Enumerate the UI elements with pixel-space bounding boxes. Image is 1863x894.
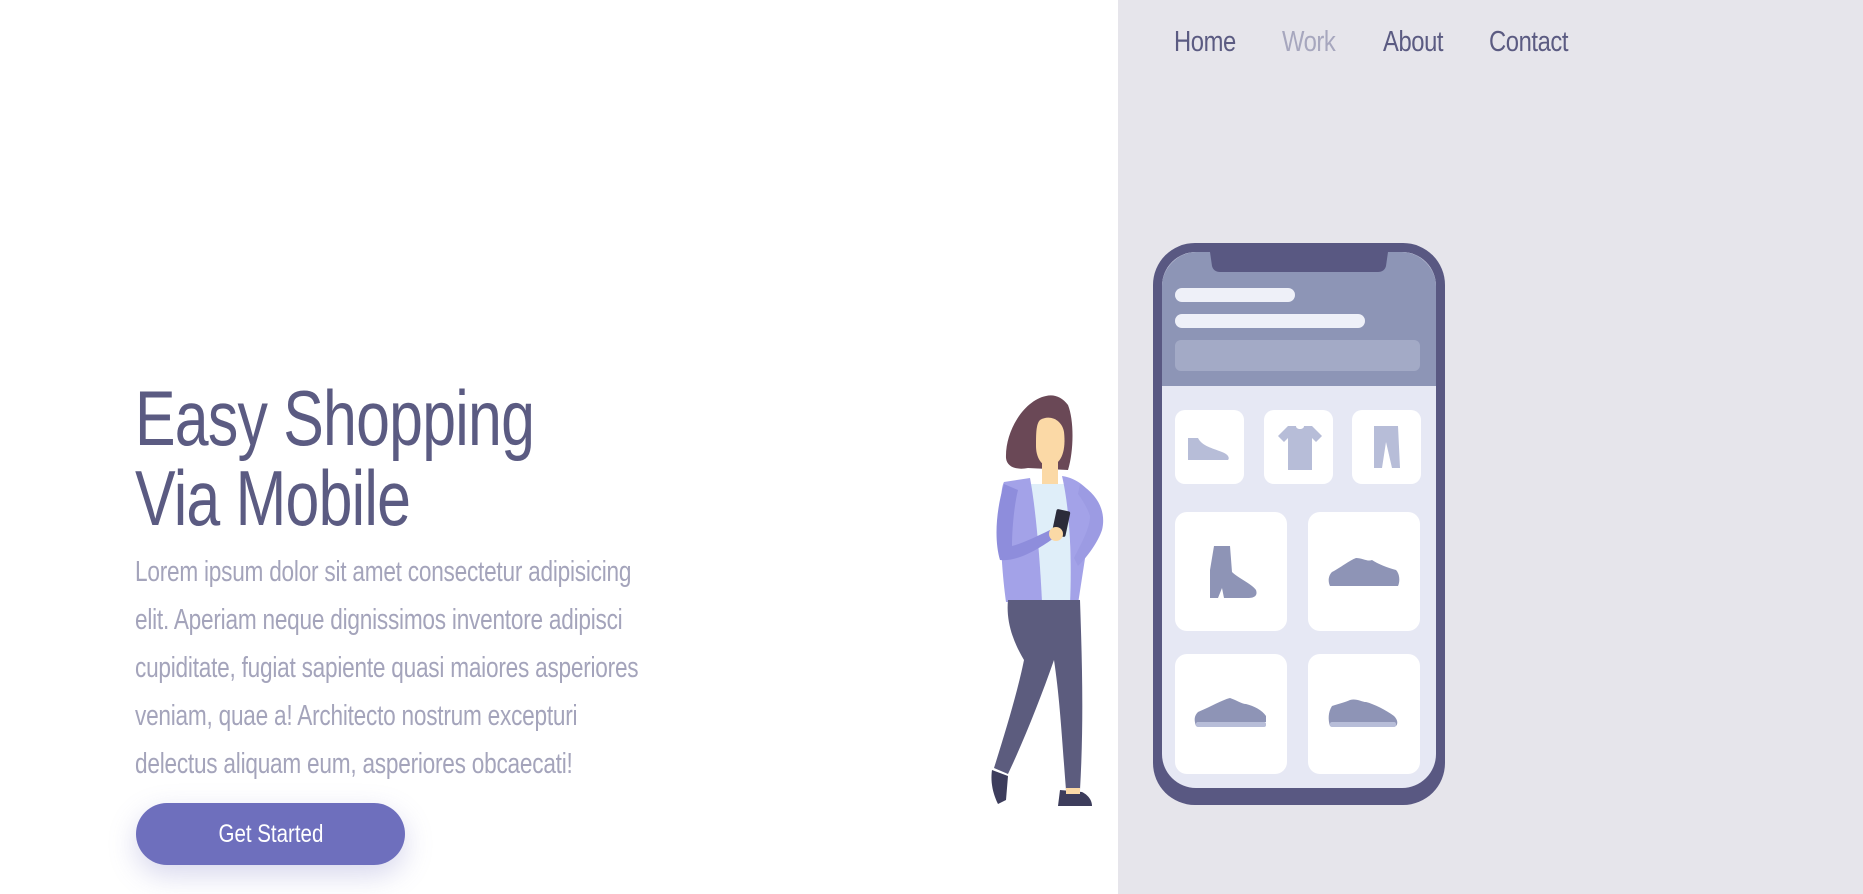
woman-face xyxy=(1036,417,1065,467)
woman-figure xyxy=(991,395,1104,806)
header-line-1 xyxy=(1175,288,1295,302)
running-shoe-sole xyxy=(1196,722,1266,727)
woman-hand xyxy=(1049,527,1063,541)
woman-neck xyxy=(1042,460,1058,484)
phone-mockup xyxy=(1153,243,1445,805)
woman-pants xyxy=(994,600,1083,790)
shopping-illustration xyxy=(991,243,1445,806)
phone-notch xyxy=(1210,252,1388,272)
product-card-small-3 xyxy=(1352,410,1421,484)
header-search-bar xyxy=(1175,340,1420,371)
sneaker-sole xyxy=(1330,722,1396,727)
header-line-2 xyxy=(1175,314,1365,328)
woman-ankle xyxy=(1066,788,1080,794)
woman-left-shoe xyxy=(991,770,1008,804)
product-card-small-1 xyxy=(1175,410,1244,484)
